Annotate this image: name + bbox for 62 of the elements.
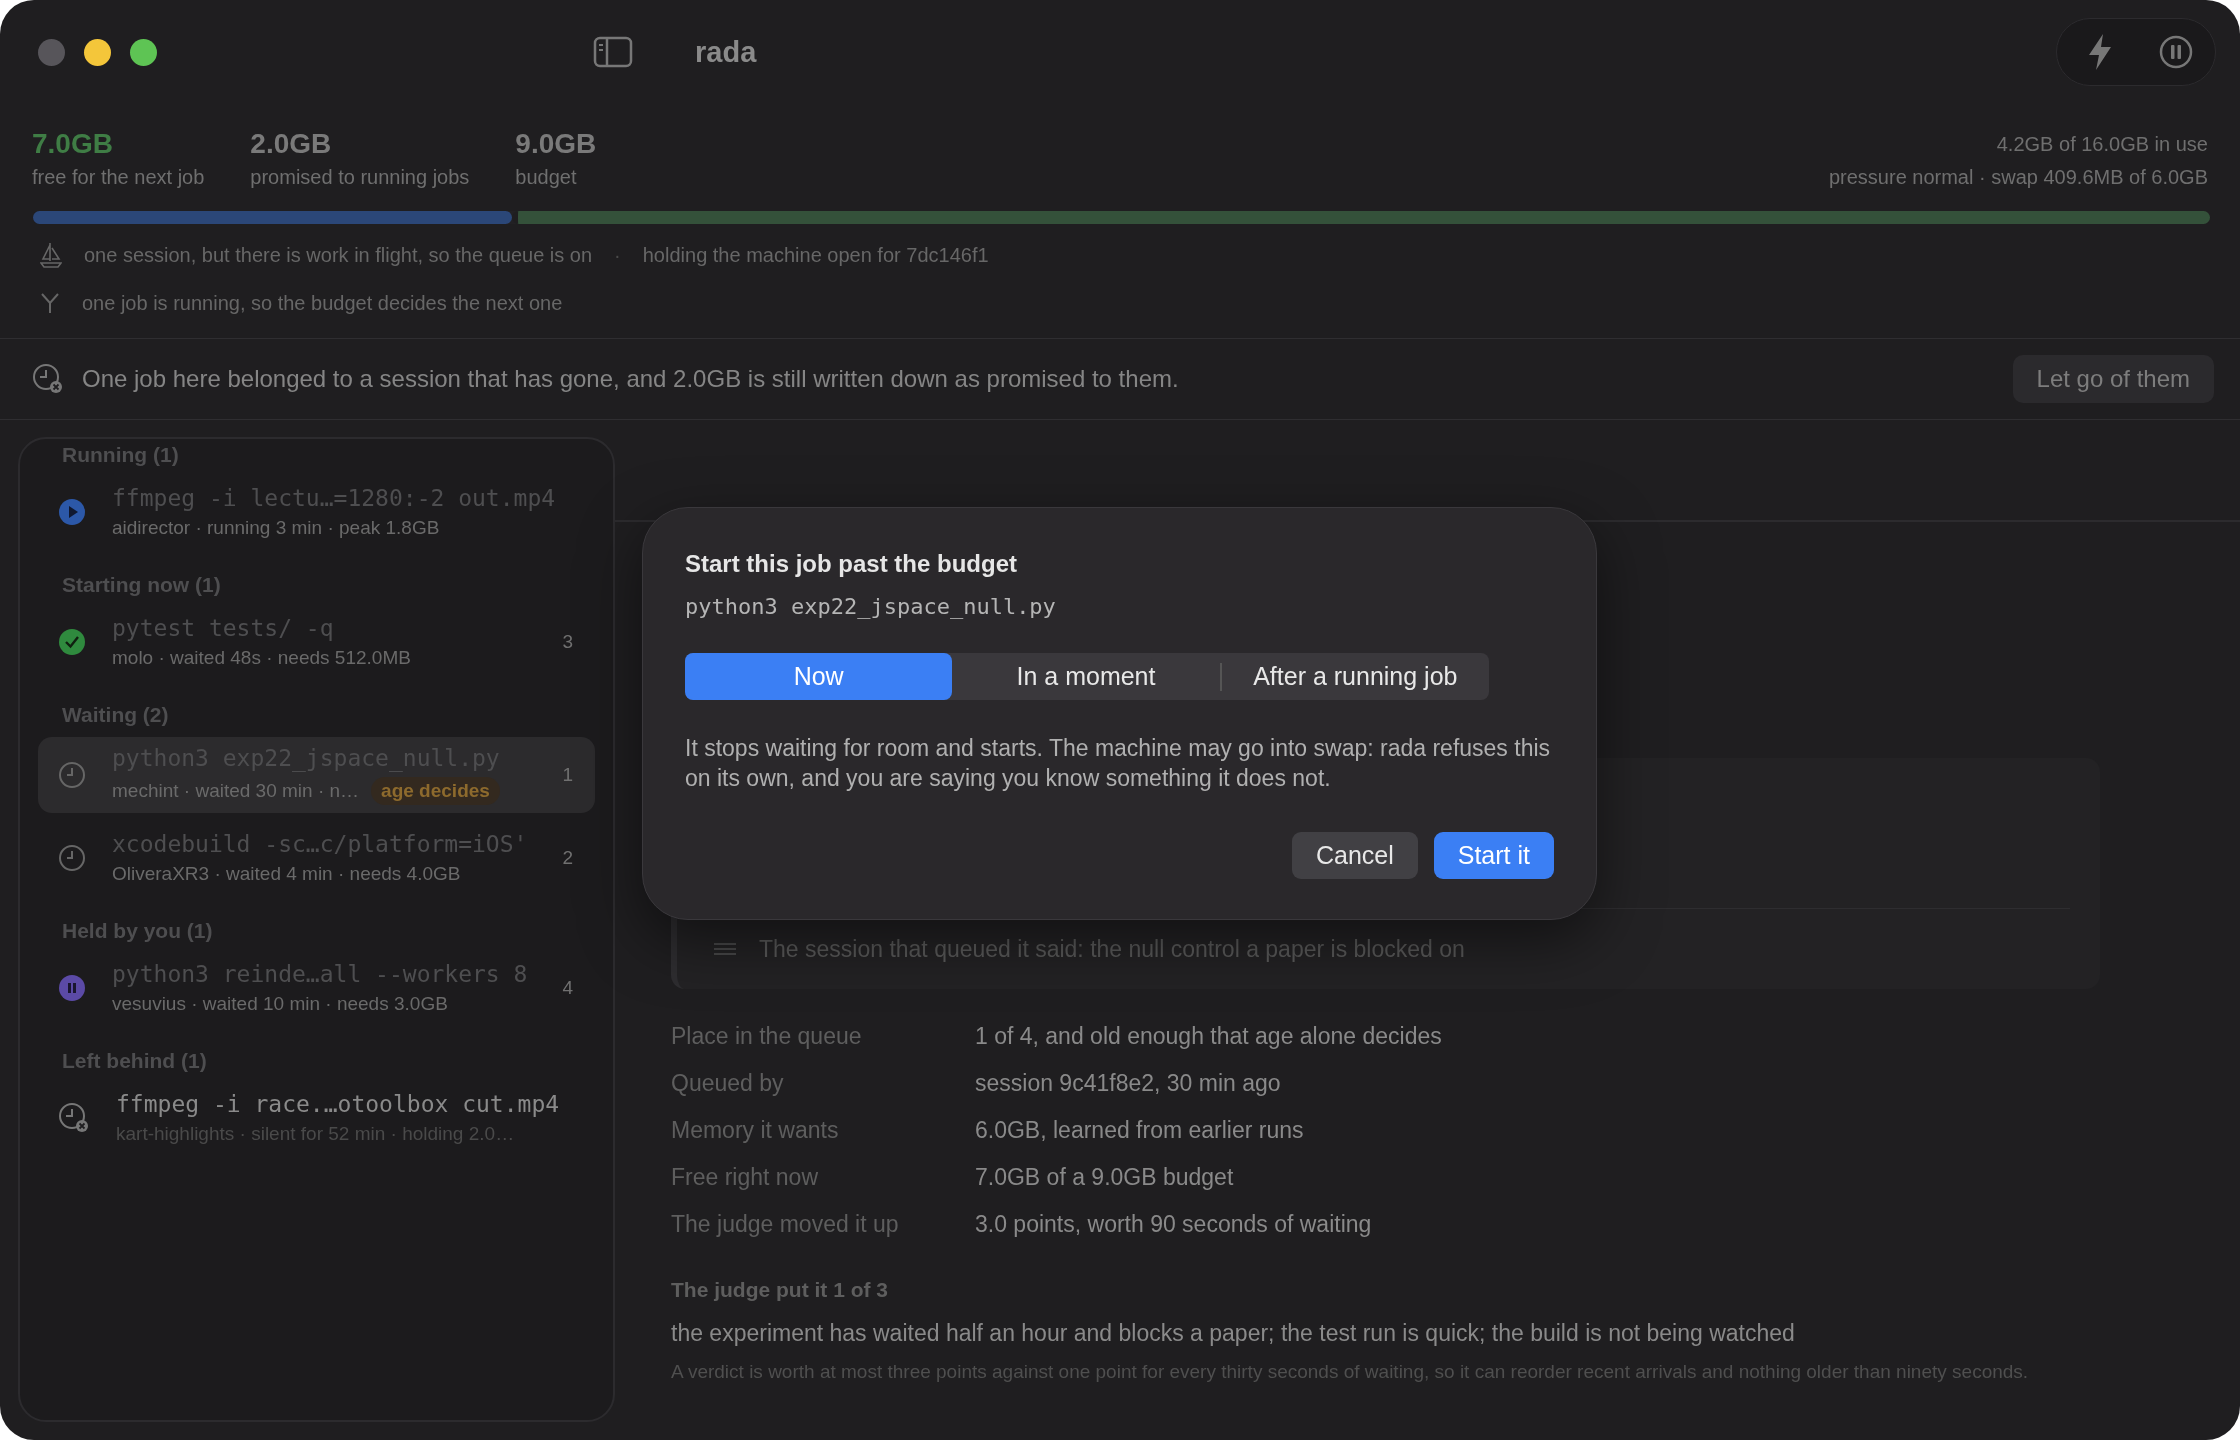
status-text: one session, but there is work in flight, so the queue is on — [84, 243, 593, 267]
fact-value: 6.0GB, learned from earlier runs — [975, 1117, 1305, 1144]
stat-value: 7.0GB — [32, 128, 114, 160]
dialog-title: Start this job past the budget — [685, 550, 1018, 578]
fact-value: 1 of 4, and old enough that age alone decides — [975, 1023, 1443, 1050]
timing-option[interactable]: After a running job — [1221, 653, 1489, 700]
separator-dot: · — [614, 243, 621, 267]
play-icon — [58, 498, 86, 526]
job-details: OliveraXR3 · waited 4 min · needs 4.0GB — [112, 863, 461, 885]
fact-value: 7.0GB of a 9.0GB budget — [975, 1164, 1235, 1191]
status-text: holding the machine open for 7dc146f1 — [642, 243, 989, 267]
sidebar-toggle-icon[interactable] — [593, 36, 633, 68]
lightning-icon[interactable] — [2087, 33, 2113, 71]
clock-cancel-icon — [32, 363, 64, 395]
pause-icon — [58, 974, 86, 1002]
memory-pressure: pressure normal · swap 409.6MB of 6.0GB — [1828, 166, 2208, 189]
queue-rank: 3 — [562, 631, 573, 653]
clock-cancel-icon — [58, 1102, 90, 1134]
pause-icon[interactable] — [2159, 35, 2193, 69]
job-details: aidirector · running 3 min · peak 1.8GB — [112, 517, 440, 539]
stat-label: free for the next job — [32, 166, 205, 189]
zoom-button[interactable] — [130, 38, 157, 66]
stat-value: 2.0GB — [250, 128, 333, 160]
fact-label: Place in the queue — [671, 1023, 863, 1050]
sailboat-icon — [40, 242, 62, 268]
dialog-command: python3 exp22_jspace_null.py — [685, 594, 1057, 619]
fact-label: Queued by — [671, 1070, 785, 1097]
job-command: ffmpeg -i race.…otoolbox cut.mp4 — [116, 1091, 561, 1117]
minimize-button[interactable] — [84, 38, 111, 66]
job-details: molo · waited 48s · needs 512.0MB — [112, 647, 411, 669]
fact-label: The judge moved it up — [671, 1211, 900, 1238]
fact-value: 3.0 points, worth 90 seconds of waiting — [975, 1211, 1373, 1238]
timing-option[interactable]: Now — [685, 653, 953, 700]
job-details: mechint · waited 30 min · n… — [112, 780, 360, 802]
fact-value: session 9c41f8e2, 30 min ago — [975, 1070, 1282, 1097]
start-button[interactable]: Start it — [1433, 831, 1554, 879]
window-title: rada — [695, 35, 757, 69]
judge-verdict: the experiment has waited half an hour and blocks a paper; the test run is quick; the build is not being watched — [671, 1320, 1796, 1347]
queue-rank: 2 — [562, 847, 573, 869]
fork-icon — [40, 292, 60, 314]
close-button[interactable] — [38, 38, 65, 66]
checkmark-icon — [58, 628, 86, 656]
timing-option[interactable]: In a moment — [952, 653, 1220, 700]
stat-label: budget — [515, 166, 578, 189]
queue-rank: 1 — [562, 764, 573, 786]
stat-value: 9.0GB — [515, 128, 597, 160]
fact-label: Free right now — [671, 1164, 819, 1191]
fact-label: Memory it wants — [671, 1117, 840, 1144]
judge-heading: The judge put it 1 of 3 — [671, 1278, 889, 1302]
lines-icon — [713, 942, 737, 956]
let-go-button[interactable]: Let go of them — [2012, 355, 2214, 403]
clock-icon — [58, 761, 86, 789]
memory-usage: 4.2GB of 16.0GB in use — [1996, 133, 2208, 156]
status-text: one job is running, so the budget decides the next one — [82, 291, 563, 315]
alert-message: One job here belonged to a session that has gone, and 2.0GB is still written down as promised to them. — [82, 365, 1179, 393]
age-badge: age decides — [371, 777, 500, 805]
dialog-description: It stops waiting for room and starts. The machine may go into swap: rada refuses this on its own, and you are saying you know something it does not. — [685, 734, 1552, 793]
queue-rank: 4 — [562, 977, 573, 999]
cancel-button[interactable]: Cancel — [1291, 831, 1418, 879]
clock-icon — [58, 844, 86, 872]
job-details: vesuvius · waited 10 min · needs 3.0GB — [112, 993, 448, 1015]
stat-label: promised to running jobs — [250, 166, 470, 189]
